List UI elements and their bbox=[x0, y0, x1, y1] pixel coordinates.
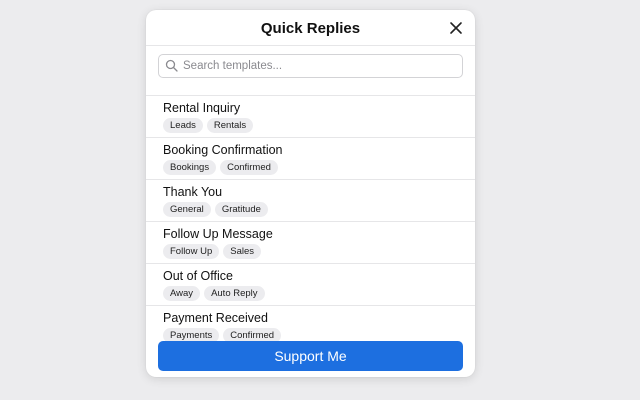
tag: Rentals bbox=[206, 118, 254, 133]
tag: Away bbox=[163, 286, 201, 301]
support-me-button[interactable]: Support Me bbox=[158, 341, 463, 371]
tag: Auto Reply bbox=[204, 286, 265, 301]
search-icon bbox=[165, 59, 178, 72]
tag-group: Follow Up Sales bbox=[163, 244, 458, 259]
quick-replies-dialog: Quick Replies Rental Inquiry Leads Renta… bbox=[146, 10, 475, 377]
list-item[interactable]: Follow Up Message Follow Up Sales bbox=[146, 222, 475, 264]
tag: General bbox=[163, 202, 211, 217]
tag: Sales bbox=[223, 244, 262, 259]
tag-group: General Gratitude bbox=[163, 202, 458, 217]
tag-group: Leads Rentals bbox=[163, 118, 458, 133]
list-item[interactable]: Payment Received Payments Confirmed bbox=[146, 306, 475, 344]
dialog-title: Quick Replies bbox=[260, 20, 361, 37]
template-name: Rental Inquiry bbox=[163, 101, 241, 115]
list-item[interactable]: Rental Inquiry Leads Rentals bbox=[146, 96, 475, 138]
template-name: Follow Up Message bbox=[163, 227, 273, 241]
search-bar bbox=[146, 46, 475, 96]
template-list: Rental Inquiry Leads Rentals Booking Con… bbox=[146, 96, 475, 344]
template-name: Thank You bbox=[163, 185, 223, 199]
template-name: Booking Confirmation bbox=[163, 143, 283, 157]
dialog-header: Quick Replies bbox=[146, 10, 475, 46]
tag-group: Bookings Confirmed bbox=[163, 160, 458, 175]
close-icon[interactable] bbox=[447, 19, 465, 37]
search-input[interactable] bbox=[183, 55, 453, 77]
tag: Leads bbox=[163, 118, 203, 133]
tag: Confirmed bbox=[220, 160, 278, 175]
tag: Bookings bbox=[163, 160, 217, 175]
search-box bbox=[158, 54, 463, 78]
tag-group: Away Auto Reply bbox=[163, 286, 458, 301]
template-name: Payment Received bbox=[163, 311, 268, 325]
tag: Gratitude bbox=[214, 202, 268, 217]
list-item[interactable]: Booking Confirmation Bookings Confirmed bbox=[146, 138, 475, 180]
list-item[interactable]: Out of Office Away Auto Reply bbox=[146, 264, 475, 306]
list-item[interactable]: Thank You General Gratitude bbox=[146, 180, 475, 222]
template-name: Out of Office bbox=[163, 269, 233, 283]
tag: Follow Up bbox=[163, 244, 220, 259]
dialog-footer: Support Me bbox=[158, 341, 463, 371]
